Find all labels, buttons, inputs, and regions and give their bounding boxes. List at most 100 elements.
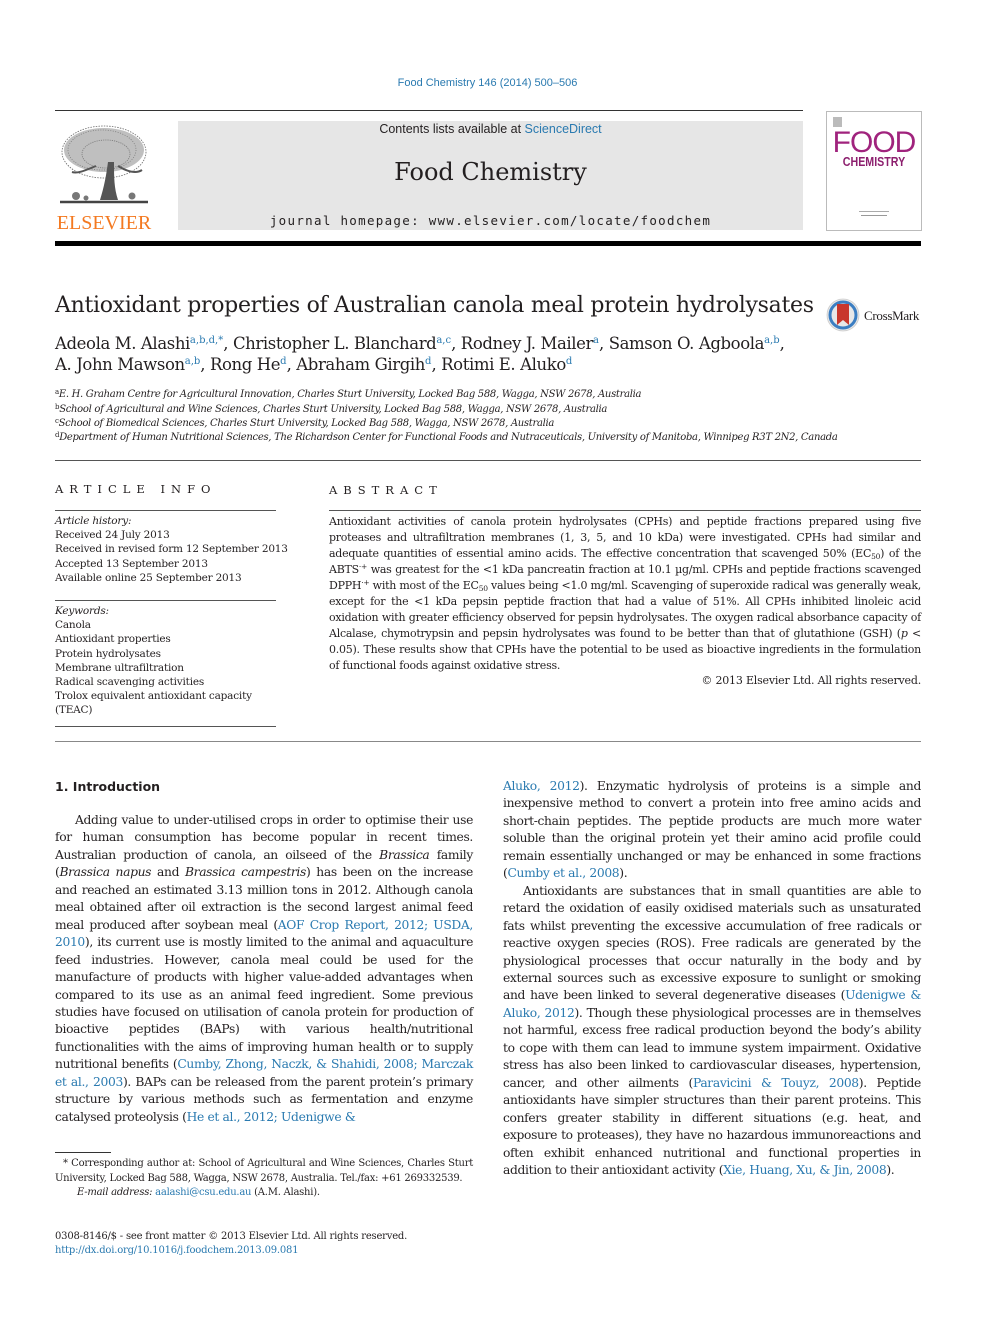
journal-masthead: Contents lists available at ScienceDirec… (178, 121, 803, 230)
abstract-rule (329, 510, 921, 511)
author-separator: , (223, 334, 233, 353)
body-column-right: Aluko, 2012). Enzymatic hydrolysis of pr… (503, 778, 921, 1179)
paper-title: Antioxidant properties of Australian can… (55, 293, 814, 318)
citation-link[interactable]: He et al., 2012; Udenigwe & (187, 1110, 356, 1124)
crossmark-button[interactable]: CrossMark (826, 298, 926, 334)
introduction-heading: 1. Introduction (55, 779, 161, 794)
abstract-copyright: © 2013 Elsevier Ltd. All rights reserved… (701, 674, 921, 687)
citation-link[interactable]: Udenigwe & Aluko, 2012 (503, 988, 921, 1019)
superscript: ·+ (361, 578, 370, 587)
italic-term: Brassica napus (59, 865, 152, 880)
issn-line: 0308-8146/$ - see front matter © 2013 El… (55, 1231, 408, 1242)
contents-prefix: Contents lists available at (379, 122, 525, 136)
corresponding-author-text: Corresponding author at: School of Agric… (55, 1158, 473, 1184)
keywords-heading: Keywords: (55, 605, 109, 617)
citation-link[interactable]: Aluko, 2012 (503, 779, 580, 793)
article-history: Article history: Received 24 July 2013 R… (55, 514, 288, 585)
cover-title-chemistry: CHEMISTRY (842, 154, 906, 169)
author-name[interactable]: Adeola M. Alashi (55, 334, 190, 353)
author-affiliation-marker[interactable]: a,c (436, 335, 451, 346)
keyword-item: Membrane ultrafiltration (55, 661, 184, 674)
journal-name: Food Chemistry (394, 158, 587, 186)
elsevier-tree-icon (60, 125, 148, 204)
intro-paragraph-continued: Aluko, 2012). Enzymatic hydrolysis of pr… (503, 779, 921, 881)
front-matter-info: 0308-8146/$ - see front matter © 2013 El… (55, 1230, 407, 1258)
author-name[interactable]: Samson O. Agboola (609, 334, 765, 353)
author-affiliation-marker[interactable]: a,b (764, 335, 780, 346)
sciencedirect-link[interactable]: ScienceDirect (525, 122, 602, 136)
citation-link[interactable]: Cumby, Zhong, Naczk, & Shahidi, 2008; Ma… (55, 1057, 473, 1088)
article-info-heading: ARTICLE INFO (55, 482, 217, 496)
author-affiliation-marker[interactable]: d (566, 356, 572, 367)
affiliation-text: School of Agricultural and Wine Sciences… (59, 404, 608, 415)
intro-paragraph: Adding value to under-utilised crops in … (55, 813, 473, 1124)
article-info-rule (55, 510, 276, 511)
keyword-item: Radical scavenging activities (55, 676, 205, 689)
author-affiliation-marker[interactable]: a,b (185, 356, 201, 367)
email-link[interactable]: aalashi@csu.edu.au (155, 1187, 251, 1198)
footnote-rule (55, 1152, 111, 1153)
abstract-text: Antioxidant activities of canola protein… (329, 515, 922, 672)
article-info-rule (55, 600, 276, 601)
keyword-item: Antioxidant properties (55, 633, 171, 646)
keyword-item: (TEAC) (55, 704, 93, 717)
subscript: 50 (478, 584, 488, 593)
keyword-item: Canola (55, 619, 91, 632)
article-info-rule (55, 726, 276, 727)
citation-link[interactable]: AOF Crop Report, 2012; USDA, 2010 (55, 918, 473, 949)
author-affiliation-marker[interactable]: a,b,d,* (190, 335, 223, 346)
italic-term: Brassica campestris (184, 865, 306, 880)
footnote-star: * (63, 1158, 72, 1169)
affiliation-d: dDepartment of Human Nutritional Science… (55, 431, 838, 443)
author-name[interactable]: Rotimi E. Aluko (441, 355, 566, 374)
body-column-left: Adding value to under-utilised crops in … (55, 812, 473, 1126)
author-separator: , (286, 355, 297, 374)
italic-term: p (900, 627, 908, 640)
history-item: Accepted 13 September 2013 (55, 557, 208, 570)
cover-fine-print (861, 215, 887, 216)
journal-cover-thumbnail[interactable]: FOOD CHEMISTRY (826, 111, 922, 231)
citation-link[interactable]: Cumby et al., 2008 (507, 866, 619, 880)
affiliation-b: bSchool of Agricultural and Wine Science… (55, 403, 607, 415)
author-separator: , (779, 334, 785, 353)
author-name[interactable]: Christopher L. Blanchard (233, 334, 437, 353)
cover-fine-print (859, 211, 889, 212)
email-label: E-mail address: (77, 1187, 153, 1198)
email-owner: (A.M. Alashi). (251, 1187, 320, 1198)
citation-link[interactable]: Paravicini & Touyz, 2008 (693, 1076, 859, 1090)
subscript: 50 (871, 552, 881, 561)
author-name[interactable]: Abraham Girgih (296, 355, 425, 374)
author-separator: , (200, 355, 210, 374)
author-separator: , (599, 334, 609, 353)
elsevier-logo[interactable]: ELSEVIER (54, 116, 154, 234)
keyword-item: Protein hydrolysates (55, 647, 161, 660)
authors-line: A. John Mawsona,b, Rong He d, Abraham Gir… (55, 355, 572, 374)
citation-link[interactable]: Xie, Huang, Xu, & Jin, 2008 (723, 1163, 887, 1177)
crossmark-icon (826, 298, 860, 332)
abstract-heading: ABSTRACT (329, 483, 443, 497)
contents-line: Contents lists available at ScienceDirec… (178, 122, 803, 136)
keyword-item: Trolox equivalent antioxidant capacity (55, 690, 252, 703)
journal-homepage-link[interactable]: journal homepage: www.elsevier.com/locat… (178, 213, 803, 228)
header-thick-rule (55, 241, 921, 246)
affiliation-text: School of Biomedical Sciences, Charles S… (58, 418, 555, 429)
doi-link[interactable]: http://dx.doi.org/10.1016/j.foodchem.201… (55, 1244, 407, 1258)
affiliation-a: aE. H. Graham Centre for Agricultural In… (55, 388, 642, 400)
author-name[interactable]: A. John Mawson (55, 355, 185, 374)
history-item: Available online 25 September 2013 (55, 571, 242, 584)
affiliation-text: Department of Human Nutritional Sciences… (59, 432, 838, 443)
history-item: Received 24 July 2013 (55, 529, 170, 542)
italic-term: Brassica (379, 847, 430, 862)
author-name[interactable]: Rong He (210, 355, 281, 374)
intro-paragraph: Antioxidants are substances that in smal… (503, 883, 921, 1177)
affiliation-text: E. H. Graham Centre for Agricultural Inn… (58, 389, 642, 400)
affiliation-c: cSchool of Biomedical Sciences, Charles … (55, 417, 554, 429)
author-name[interactable]: Rodney J. Mailer (461, 334, 594, 353)
journal-citation-link[interactable]: Food Chemistry 146 (2014) 500–506 (0, 77, 975, 89)
header-rule (55, 110, 803, 111)
keywords: Keywords: Canola Antioxidant properties … (55, 604, 252, 718)
author-separator: , (431, 355, 442, 374)
authors-line: Adeola M. Alashia,b,d,*, Christopher L. … (55, 334, 785, 353)
section-divider (55, 460, 921, 461)
superscript: ·+ (358, 562, 368, 571)
